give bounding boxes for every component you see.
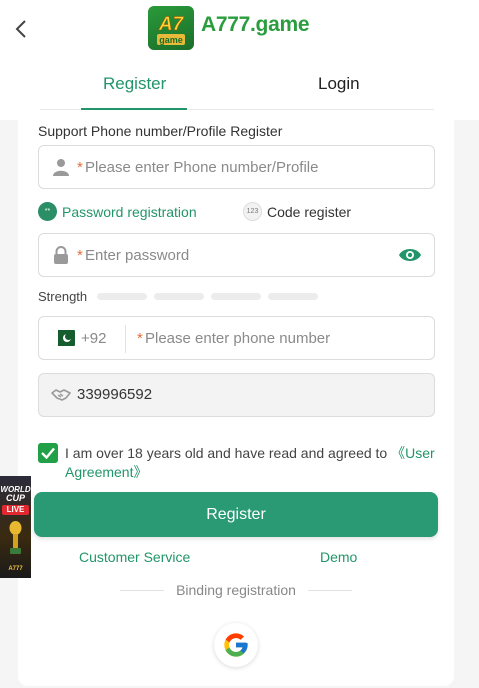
agreement-checkbox[interactable] xyxy=(38,443,58,463)
svg-text:A7: A7 xyxy=(158,14,185,35)
google-icon xyxy=(224,633,248,657)
strength-bar xyxy=(211,293,262,300)
phone-number-field[interactable]: +92 * Please enter phone number xyxy=(38,316,435,360)
code-register-option[interactable]: 123 Code register xyxy=(243,202,351,221)
divider xyxy=(125,325,126,353)
strength-bar xyxy=(268,293,319,300)
phone-profile-field[interactable]: * Please enter Phone number/Profile xyxy=(38,145,435,189)
password-field[interactable]: * Enter password xyxy=(38,233,435,277)
password-registration-option[interactable]: ** Password registration xyxy=(38,202,197,221)
password-option-label: Password registration xyxy=(62,203,197,220)
google-login-button[interactable] xyxy=(214,623,258,667)
required-mark: * xyxy=(137,330,143,347)
brand-logo: A7 game xyxy=(148,6,194,50)
required-mark: * xyxy=(77,159,83,176)
customer-service-link[interactable]: Customer Service xyxy=(79,549,190,565)
brand-name: A777.game xyxy=(201,13,310,36)
strength-label: Strength xyxy=(38,289,88,304)
header: A7 game A777.game Register Login xyxy=(0,0,479,120)
phone-profile-placeholder: Please enter Phone number/Profile xyxy=(85,159,319,176)
strength-bars xyxy=(97,293,325,300)
demo-link[interactable]: Demo xyxy=(320,549,357,565)
trophy-icon xyxy=(9,521,22,554)
svg-text:game: game xyxy=(159,35,183,45)
user-icon xyxy=(53,159,69,176)
tab-register[interactable]: Register xyxy=(103,74,166,94)
world-cup-live-banner[interactable]: WORLD CUP LIVE A777 xyxy=(0,476,31,578)
register-button[interactable]: Register xyxy=(34,492,438,537)
active-tab-indicator xyxy=(81,108,187,110)
tab-login[interactable]: Login xyxy=(318,74,360,94)
section-label: Support Phone number/Profile Register xyxy=(38,123,283,139)
ad-line2: CUP xyxy=(5,493,25,503)
strength-bar xyxy=(154,293,205,300)
password-placeholder: Enter password xyxy=(85,247,190,264)
code-option-label: Code register xyxy=(267,203,352,220)
code-option-icon: 123 xyxy=(243,202,262,221)
password-strength: Strength xyxy=(38,289,325,304)
eye-icon[interactable] xyxy=(398,246,422,264)
required-mark: * xyxy=(77,247,83,264)
lock-icon xyxy=(54,246,68,264)
country-code[interactable]: +92 xyxy=(81,330,106,347)
pakistan-flag-icon[interactable] xyxy=(53,330,75,346)
referral-code-field[interactable]: 339996592 xyxy=(38,373,435,417)
agreement-text: I am over 18 years old and have read and… xyxy=(65,445,392,461)
phone-number-placeholder: Please enter phone number xyxy=(145,330,331,347)
password-option-icon: ** xyxy=(38,202,57,221)
handshake-icon xyxy=(51,389,71,401)
auth-tabs: Register Login xyxy=(40,60,434,110)
binding-registration-divider: Binding registration xyxy=(120,582,352,600)
referral-code-value: 339996592 xyxy=(77,386,153,403)
strength-bar xyxy=(97,293,148,300)
back-arrow-icon[interactable] xyxy=(10,14,34,44)
ad-footer: A777 xyxy=(8,566,23,572)
live-badge: LIVE xyxy=(2,505,29,515)
